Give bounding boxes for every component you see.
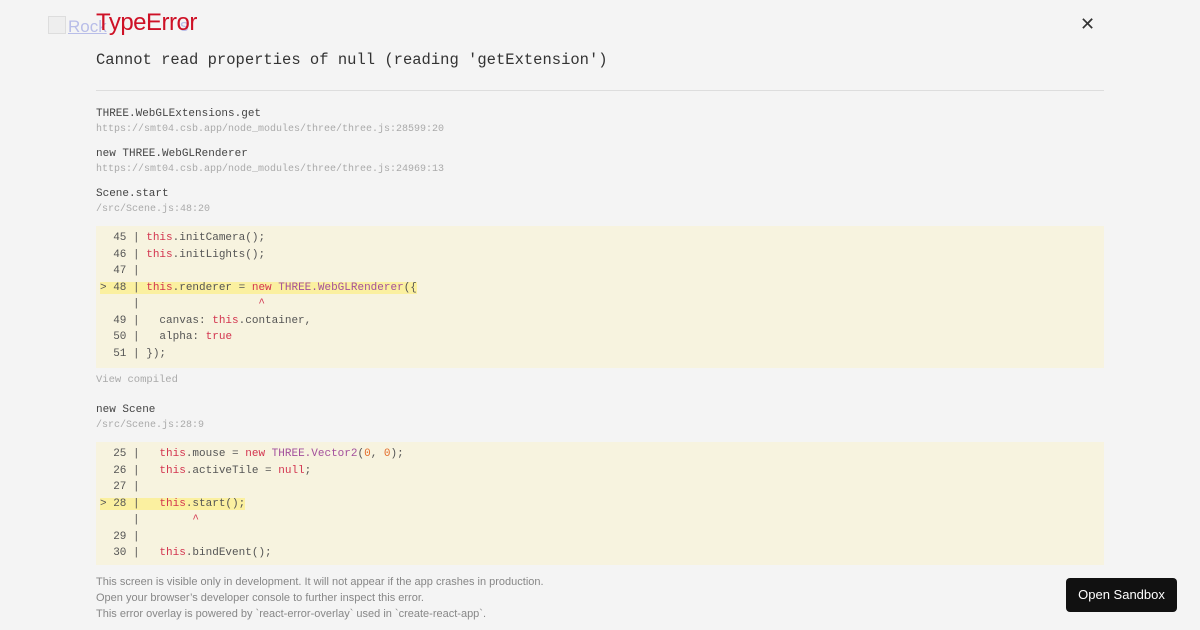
- code-token: null: [278, 464, 305, 477]
- line-gutter: 30 |: [100, 547, 147, 559]
- code-line: 25 | this.mouse = new THREE.Vector2(0, 0…: [96, 446, 1104, 463]
- code-token: .renderer =: [172, 281, 252, 294]
- code-line: 26 | this.activeTile = null;: [96, 463, 1104, 480]
- code-line: 47 |: [96, 263, 1104, 280]
- code-line: 46 | this.initLights();: [96, 247, 1104, 264]
- code-token: .container,: [238, 314, 312, 327]
- code-token: this: [146, 232, 173, 244]
- footer-line: This error overlay is powered by `react-…: [96, 608, 487, 620]
- code-token: 0: [383, 448, 391, 460]
- code-token: THREE.Vector2: [271, 448, 358, 460]
- line-gutter: 26 |: [100, 464, 147, 477]
- code-line: > 28 | this.start();: [96, 496, 1104, 513]
- error-title: TypeError: [96, 9, 197, 36]
- code-line: 30 | this.bindEvent();: [96, 545, 1104, 562]
- code-token: .initLights();: [172, 248, 266, 261]
- stack-frame-name: Scene.start: [96, 188, 169, 200]
- code-token: ({: [403, 281, 417, 294]
- code-token: this: [159, 464, 186, 477]
- code-token: this: [159, 547, 186, 559]
- code-token: 0: [364, 448, 371, 460]
- code-line: 49 | canvas: this.container,: [96, 313, 1104, 330]
- code-token: ^: [146, 298, 266, 310]
- code-token: .start();: [185, 497, 246, 510]
- code-token: this: [146, 248, 173, 261]
- line-gutter: > 28 |: [100, 497, 147, 510]
- code-line: 45 | this.initCamera();: [96, 230, 1104, 247]
- code-token: THREE.WebGLRenderer: [278, 281, 404, 294]
- code-token: this: [159, 497, 186, 510]
- code-line: 29 |: [96, 529, 1104, 546]
- line-gutter: 25 |: [100, 448, 147, 460]
- line-gutter: 29 |: [100, 530, 147, 543]
- line-gutter: 45 |: [100, 232, 147, 244]
- line-gutter: > 48 |: [100, 281, 147, 294]
- code-line: 27 |: [96, 479, 1104, 496]
- line-gutter: |: [100, 298, 147, 310]
- code-token: this: [212, 314, 239, 327]
- open-sandbox-button[interactable]: Open Sandbox: [1066, 578, 1177, 612]
- code-line: 51 | });: [96, 346, 1104, 363]
- code-token: .bindEvent();: [185, 547, 272, 559]
- code-token: ;: [304, 464, 312, 477]
- stack-frame-name: THREE.WebGLExtensions.get: [96, 108, 262, 120]
- line-gutter: 27 |: [100, 481, 147, 493]
- stack-frame-name: new Scene: [96, 404, 156, 416]
- code-token: new: [245, 448, 266, 460]
- line-gutter: 49 |: [100, 314, 147, 327]
- error-overlay-scroll[interactable]: TypeError Cannot read properties of null…: [0, 0, 1200, 565]
- code-token: .mouse =: [185, 448, 246, 460]
- code-snippet: 25 | this.mouse = new THREE.Vector2(0, 0…: [96, 442, 1104, 565]
- line-gutter: |: [100, 514, 147, 526]
- line-gutter: 50 |: [100, 331, 147, 343]
- view-compiled-link[interactable]: View compiled: [96, 372, 1104, 388]
- footer-line: This screen is visible only in developme…: [96, 576, 544, 588]
- code-token: this: [159, 448, 186, 460]
- code-line: 50 | alpha: true: [96, 329, 1104, 346]
- code-token: this: [146, 281, 173, 294]
- stack-frame-location[interactable]: /src/Scene.js:28:9: [96, 418, 1104, 434]
- footer-line: Open your browser’s developer console to…: [96, 592, 424, 604]
- divider: [96, 90, 1104, 91]
- stack-frame-name: new THREE.WebGLRenderer: [96, 148, 248, 160]
- stack-frame-location[interactable]: /src/Scene.js:48:20: [96, 202, 1104, 218]
- line-gutter: 47 |: [100, 265, 147, 277]
- code-token: .initCamera();: [172, 232, 266, 244]
- code-line: | ^: [96, 296, 1104, 313]
- code-token: new: [251, 281, 272, 294]
- code-token: .activeTile =: [185, 464, 279, 477]
- line-gutter: 46 |: [100, 248, 147, 261]
- code-token: );: [390, 448, 404, 460]
- code-token: ^: [146, 514, 200, 526]
- code-snippet: 45 | this.initCamera(); 46 | this.initLi…: [96, 226, 1104, 368]
- stack-frame-location[interactable]: https://smt04.csb.app/node_modules/three…: [96, 162, 1104, 178]
- code-token: canvas:: [146, 314, 213, 327]
- code-line: | ^: [96, 512, 1104, 529]
- stack-frame-location[interactable]: https://smt04.csb.app/node_modules/three…: [96, 122, 1104, 138]
- code-line: > 48 | this.renderer = new THREE.WebGLRe…: [96, 280, 1104, 297]
- error-message: Cannot read properties of null (reading …: [96, 51, 608, 69]
- close-icon[interactable]: ✕: [1080, 14, 1095, 35]
- footer-notes: This screen is visible only in developme…: [96, 574, 544, 622]
- code-token: true: [205, 331, 233, 343]
- line-gutter: 51 |: [100, 347, 147, 360]
- code-token: });: [146, 347, 167, 360]
- stack-trace: THREE.WebGLExtensions.get https://smt04.c…: [96, 106, 1104, 565]
- code-token: ,: [370, 448, 384, 460]
- code-token: alpha:: [146, 331, 206, 343]
